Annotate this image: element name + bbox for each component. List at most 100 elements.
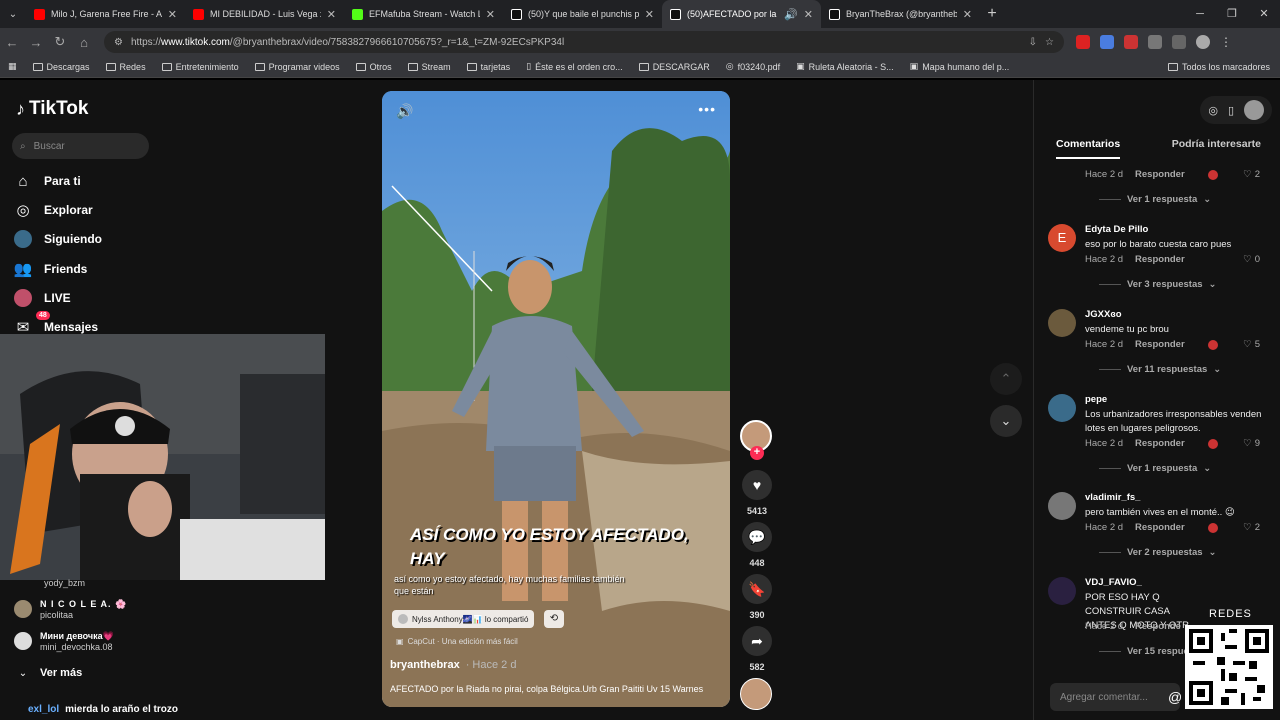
puzzle-icon[interactable] xyxy=(1148,35,1162,49)
reply-button[interactable]: Responder xyxy=(1135,438,1185,449)
back-icon[interactable]: ← xyxy=(0,35,24,50)
search-input[interactable]: ⌕ Buscar xyxy=(12,133,149,159)
comment-author[interactable]: vladimir_fs_ xyxy=(1085,492,1140,503)
apps-icon[interactable]: ▦ xyxy=(0,61,25,72)
view-replies-button[interactable]: Ver 15 respuest xyxy=(1099,646,1197,657)
reply-button[interactable]: Responde xyxy=(1135,621,1181,632)
browser-tab[interactable]: (50)Y que baile el punchis punc ✕ xyxy=(503,0,662,28)
like-button[interactable]: ♡ 0 xyxy=(1243,254,1260,265)
comment-avatar[interactable] xyxy=(1048,577,1076,605)
reply-button[interactable]: Responder xyxy=(1135,254,1185,265)
phone-icon[interactable]: ▯ xyxy=(1228,104,1234,117)
translate-icon[interactable] xyxy=(1100,35,1114,49)
forward-icon[interactable]: → xyxy=(24,35,48,50)
comment-avatar[interactable] xyxy=(1048,309,1076,337)
comment-author[interactable]: pepe xyxy=(1085,394,1107,405)
browser-tab[interactable]: Milo J, Garena Free Fire - ASHE ✕ xyxy=(26,0,185,28)
bookmark-item[interactable]: Descargas xyxy=(25,62,98,72)
shared-by-pill[interactable]: Nylss Anthony🌌📊 lo compartió xyxy=(392,610,535,628)
like-button[interactable]: ♡ 5 xyxy=(1243,339,1260,350)
view-replies-button[interactable]: Ver 1 respuesta ⌄ xyxy=(1099,194,1211,205)
repost-icon[interactable]: ⟲ xyxy=(544,610,564,628)
view-replies-button[interactable]: Ver 3 respuestas ⌄ xyxy=(1099,279,1217,290)
close-window-icon[interactable]: ✕ xyxy=(1248,0,1280,28)
view-replies-button[interactable]: Ver 11 respuestas ⌄ xyxy=(1099,364,1221,375)
view-replies-button[interactable]: Ver 2 respuestas ⌄ xyxy=(1099,547,1217,558)
view-replies-button[interactable]: Ver 1 respuesta ⌄ xyxy=(1099,463,1211,474)
tab-comments[interactable]: Comentarios xyxy=(1056,138,1121,159)
like-button[interactable]: ♡ 2 xyxy=(1243,169,1260,180)
profile-icon[interactable] xyxy=(1196,35,1210,49)
bookmark-item[interactable]: tarjetas xyxy=(459,62,519,72)
tiktok-logo[interactable]: ♪ TikTok xyxy=(16,98,88,120)
speaker-icon[interactable]: 🔊 xyxy=(784,8,798,21)
bookmark-star-icon[interactable]: ☆ xyxy=(1045,37,1054,48)
reply-button[interactable]: Responder xyxy=(1135,522,1185,533)
profile-avatar[interactable] xyxy=(1244,100,1264,120)
comment-avatar[interactable]: E xyxy=(1048,224,1076,252)
comment-input[interactable]: Agregar comentar... xyxy=(1050,683,1180,711)
video-player[interactable]: 🔊 ••• ASÍ COMO YO ESTOY AFECTADO, HAY as… xyxy=(382,91,730,707)
menu-dots-icon[interactable]: ⋮ xyxy=(1220,35,1234,49)
comment-avatar[interactable] xyxy=(1048,492,1076,520)
browser-tab[interactable]: BryanTheBrax (@bryanthebrax) ✕ xyxy=(821,0,980,28)
next-video-button[interactable]: ⌄ xyxy=(990,405,1022,437)
extension-icon[interactable] xyxy=(1124,35,1138,49)
mention-icon[interactable]: @ xyxy=(1168,689,1182,705)
video-author[interactable]: bryanthebrax · Hace 2 d xyxy=(390,659,516,671)
reply-button[interactable]: Responder xyxy=(1135,339,1185,350)
bookmark-item[interactable]: ▣ Mapa humano del p... xyxy=(902,61,1018,72)
previous-video-button[interactable]: ⌃ xyxy=(990,363,1022,395)
like-button[interactable]: ♥ 5413 xyxy=(740,470,774,516)
url-input[interactable]: ⚙ https://www.tiktok.com/@bryanthebrax/v… xyxy=(104,31,1064,53)
tab-recommended[interactable]: Podría interesarte xyxy=(1172,138,1261,159)
see-more-button[interactable]: ⌄ Ver más xyxy=(14,657,127,689)
nav-following[interactable]: Siguiendo xyxy=(14,230,102,248)
close-icon[interactable]: ✕ xyxy=(327,8,336,21)
reply-button[interactable]: Responder xyxy=(1135,169,1185,180)
close-icon[interactable]: ✕ xyxy=(486,8,495,21)
bookmark-item[interactable]: Stream xyxy=(400,62,459,72)
like-button[interactable]: ♡ 9 xyxy=(1243,438,1260,449)
close-icon[interactable]: ✕ xyxy=(963,8,972,21)
bookmark-item[interactable]: Otros xyxy=(348,62,400,72)
nav-friends[interactable]: 👥 Friends xyxy=(14,260,88,278)
bookmark-item[interactable]: Entretenimiento xyxy=(154,62,247,72)
bookmark-item[interactable]: ◎ f03240.pdf xyxy=(718,61,788,72)
media-icon[interactable] xyxy=(1172,35,1186,49)
all-bookmarks[interactable]: Todos los marcadores xyxy=(1167,56,1270,78)
bookmark-item[interactable]: Redes xyxy=(98,62,154,72)
browser-tab[interactable]: EFMafuba Stream - Watch Live ✕ xyxy=(344,0,503,28)
bookmark-item[interactable]: ▣ Ruleta Aleatoria - S... xyxy=(788,61,902,72)
close-icon[interactable]: ✕ xyxy=(168,8,177,21)
like-button[interactable]: ♡ 2 xyxy=(1243,522,1260,533)
reload-icon[interactable]: ↻ xyxy=(48,34,72,50)
close-icon[interactable]: ✕ xyxy=(804,8,813,21)
volume-icon[interactable]: 🔊 xyxy=(396,103,413,120)
site-info-icon[interactable]: ⚙ xyxy=(114,37,123,48)
nav-explore[interactable]: ◎ Explorar xyxy=(14,201,92,219)
sound-avatar[interactable] xyxy=(740,678,772,710)
capcut-link[interactable]: ▣ CapCut · Una edición más fácil xyxy=(396,637,518,646)
share-button[interactable]: ➦ 582 xyxy=(740,626,774,672)
install-icon[interactable]: ⇩ xyxy=(1029,37,1037,48)
following-account[interactable]: N I C O L E A. 🌸 picolitaa xyxy=(14,593,127,625)
comment-author[interactable]: JGXXɞo xyxy=(1085,309,1122,320)
following-account[interactable]: Мини девочка💗 mini_devochka.08 xyxy=(14,625,127,657)
comment-author[interactable]: VDJ_FAVIO_ xyxy=(1085,577,1142,588)
nav-for-you[interactable]: ⌂ Para ti xyxy=(14,172,80,190)
browser-tab[interactable]: MI DEBILIDAD - Luis Vega x Bor ✕ xyxy=(185,0,344,28)
new-tab-button[interactable]: + xyxy=(980,5,1004,23)
browser-tab-active[interactable]: (50)AFECTADO por la Riada 🔊 ✕ xyxy=(662,0,821,28)
bookmark-item[interactable]: ▯ Éste es el orden cro... xyxy=(518,61,631,72)
bookmark-item[interactable]: Programar videos xyxy=(247,62,348,72)
minimize-icon[interactable]: ─ xyxy=(1184,0,1216,28)
bookmark-item[interactable]: DESCARGAR xyxy=(631,62,718,72)
restore-icon[interactable]: ❐ xyxy=(1216,0,1248,28)
nav-live[interactable]: LIVE xyxy=(14,289,71,307)
more-options-icon[interactable]: ••• xyxy=(698,101,716,117)
save-button[interactable]: 🔖 390 xyxy=(740,574,774,620)
follow-plus-icon[interactable]: + xyxy=(750,446,764,460)
comment-button[interactable]: 💬 448 xyxy=(740,522,774,568)
compass-icon[interactable]: ◎ xyxy=(1208,104,1218,117)
